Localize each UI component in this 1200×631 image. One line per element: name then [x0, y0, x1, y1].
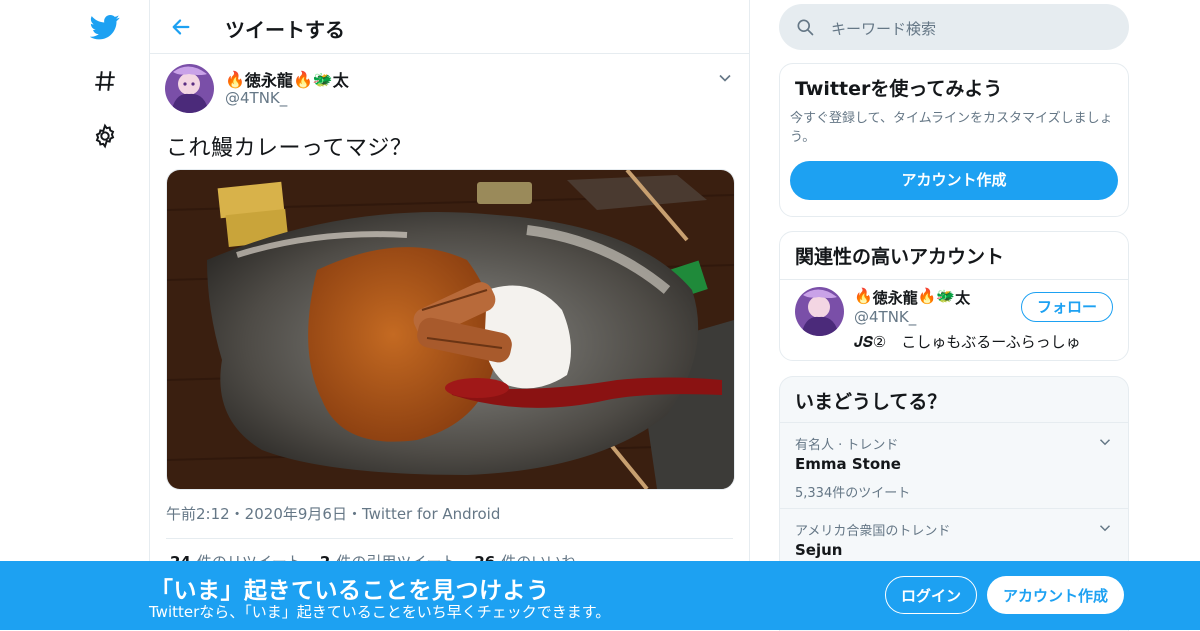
dragon-emoji-icon: 🐲	[312, 69, 333, 89]
login-button[interactable]: ログイン	[885, 576, 977, 614]
follow-button[interactable]: フォロー	[1021, 292, 1113, 322]
related-account-name[interactable]: 🔥 徳永龍 🔥 🐲 太	[854, 287, 970, 308]
signup-card-title: Twitterを使ってみよう	[795, 78, 1003, 100]
avatar[interactable]	[165, 64, 214, 113]
trend-item[interactable]: 有名人 · トレンド Emma Stone 5,334件のツイート	[780, 422, 1128, 509]
display-name: 徳永龍	[872, 289, 918, 307]
fire-emoji-icon: 🔥	[854, 287, 873, 305]
dragon-emoji-icon: 🐲	[936, 287, 956, 305]
bottom-bar-title: 「いま」起きていることを見つけよう	[150, 578, 550, 604]
fire-emoji-icon: 🔥	[917, 287, 937, 305]
search-icon	[795, 17, 815, 41]
trend-name: Emma Stone	[795, 455, 901, 473]
chevron-down-icon[interactable]	[1096, 433, 1114, 451]
back-arrow-icon[interactable]	[168, 14, 194, 40]
tweet-author-name[interactable]: 🔥 徳永龍 🔥 🐲 太	[225, 67, 349, 91]
trend-count: 5,334件のツイート	[795, 486, 911, 501]
hashtag-icon[interactable]	[88, 64, 122, 98]
tweet-photo[interactable]	[166, 169, 735, 490]
signup-button[interactable]: アカウント作成	[790, 161, 1118, 200]
trend-meta: アメリカ合衆国のトレンド	[795, 524, 951, 539]
main-header: ツイートする	[150, 0, 749, 54]
signup-button[interactable]: アカウント作成	[987, 576, 1124, 614]
display-name: 徳永龍	[244, 71, 293, 90]
main-column: ツイートする 🔥 徳永龍 🔥 🐲 太 @4TNK_ これ鰻カレーってマジ？ 午前…	[149, 0, 750, 630]
tweet-meta: 午前2:12・2020年9月6日・Twitter for Android	[166, 505, 501, 523]
gear-icon[interactable]	[88, 119, 122, 153]
trend-meta: 有名人 · トレンド	[795, 438, 899, 453]
search-placeholder: キーワード検索	[831, 20, 937, 38]
related-handle: @4TNK_	[854, 308, 917, 326]
chevron-down-icon[interactable]	[715, 68, 735, 88]
search-input[interactable]: キーワード検索	[779, 4, 1129, 50]
bottom-bar-subtitle: Twitterなら、「いま」起きていることをいち早くチェックできます。	[149, 603, 611, 621]
trend-name: Sejun	[795, 541, 843, 559]
fire-emoji-icon: 🔥	[225, 69, 245, 89]
trends-title: いまどうしてる？	[795, 391, 947, 413]
avatar[interactable]	[795, 287, 844, 336]
tweet-handle[interactable]: @4TNK_	[225, 89, 287, 107]
related-accounts-card: 関連性の高いアカウント 🔥 徳永龍 🔥 🐲 太 @4TNK_ 𝑱𝑺② こしゅもぶ…	[779, 231, 1129, 361]
signup-card-body: 今すぐ登録して、タイムラインをカスタマイズしましょう。	[790, 111, 1113, 145]
chevron-down-icon[interactable]	[1096, 519, 1114, 537]
signup-card: Twitterを使ってみよう 今すぐ登録して、タイムラインをカスタマイズしましょ…	[779, 63, 1129, 217]
related-bio: 𝑱𝑺② こしゅもぶるーふらっしゅ	[854, 333, 1081, 351]
display-name-suffix: 太	[955, 289, 971, 307]
tweet-text: これ鰻カレーってマジ？	[166, 136, 413, 161]
bottom-signup-bar: 「いま」起きていることを見つけよう Twitterなら、「いま」起きていることを…	[0, 561, 1200, 630]
twitter-bird-icon[interactable]	[88, 10, 122, 44]
display-name-suffix: 太	[332, 71, 349, 90]
divider	[166, 538, 733, 539]
related-title: 関連性の高いアカウント	[780, 232, 1128, 280]
page-title: ツイートする	[225, 18, 345, 42]
fire-emoji-icon: 🔥	[292, 69, 313, 89]
left-nav	[0, 0, 150, 630]
